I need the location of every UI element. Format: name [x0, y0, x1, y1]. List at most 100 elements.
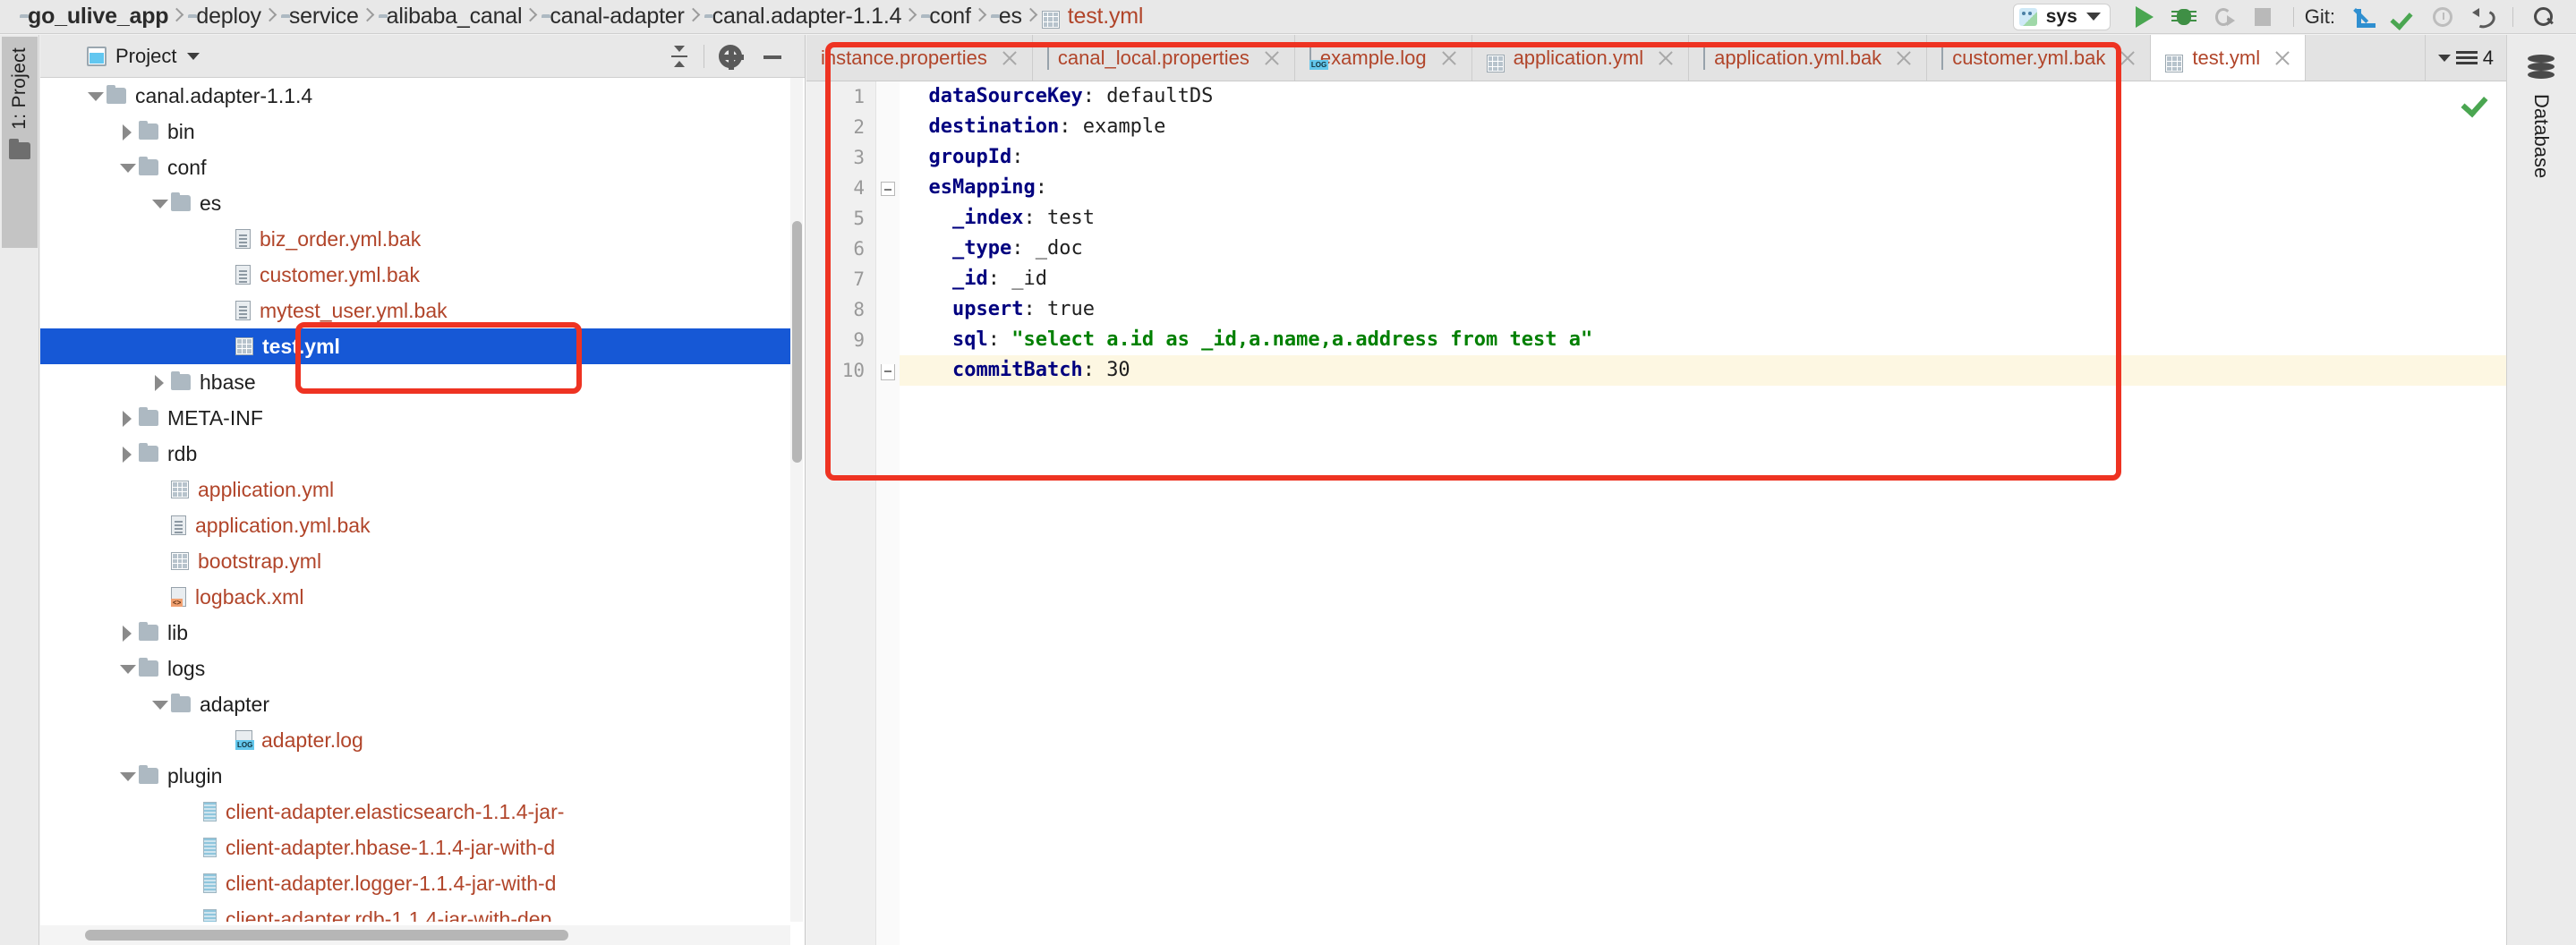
chevron-down-icon[interactable] — [187, 52, 200, 60]
close-icon[interactable] — [2118, 48, 2137, 68]
code-line[interactable]: _type: _doc — [900, 234, 2506, 264]
chevron-right-icon[interactable] — [148, 364, 171, 400]
tree-node[interactable]: es — [40, 185, 790, 221]
code-line[interactable]: _index: test — [900, 203, 2506, 234]
tree-node[interactable]: client-adapter.hbase-1.1.4-jar-with-d — [40, 830, 790, 865]
code-line[interactable]: esMapping: — [900, 173, 2506, 203]
editor-tab-test-yml[interactable]: test.yml — [2151, 35, 2307, 81]
chevron-right-icon[interactable] — [115, 436, 139, 472]
run-configuration-selector[interactable]: sys — [2012, 3, 2111, 30]
tree-node[interactable]: logs — [40, 651, 790, 686]
search-everywhere-button[interactable] — [2529, 0, 2559, 34]
close-icon[interactable] — [1656, 48, 1676, 68]
code-editor[interactable]: 1 2 3 4 5 6 7 8 9 10 dataSourceKey: defaultDS des… — [806, 81, 2506, 945]
tree-node[interactable]: client-adapter.logger-1.1.4-jar-with-d — [40, 865, 790, 901]
tree-node[interactable]: client-adapter.rdb-1.1.4-jar-with-dep — [40, 901, 790, 922]
tree-node[interactable]: rdb — [40, 436, 790, 472]
backup-file-icon — [235, 301, 251, 320]
chevron-down-icon[interactable] — [83, 78, 107, 114]
tree-node[interactable]: <> logback.xml — [40, 579, 790, 615]
code-line[interactable]: groupId: — [900, 142, 2506, 173]
run-button[interactable] — [2129, 0, 2160, 34]
breadcrumb-item-alibaba-canal[interactable]: alibaba_canal — [379, 0, 523, 34]
breadcrumb-item-deploy[interactable]: deploy — [188, 0, 261, 34]
close-icon[interactable] — [1000, 48, 1019, 68]
editor-tab-customer-yml-bak[interactable]: customer.yml.bak — [1927, 35, 2152, 81]
code-line[interactable]: dataSourceKey: defaultDS — [900, 81, 2506, 112]
tool-button-project[interactable]: 1: Project — [2, 37, 38, 248]
chevron-right-icon[interactable] — [115, 114, 139, 149]
breadcrumb-item-canal-adapter-1-1-4[interactable]: canal.adapter-1.1.4 — [704, 0, 902, 34]
tree-node[interactable]: client-adapter.elasticsearch-1.1.4-jar- — [40, 794, 790, 830]
chevron-down-icon[interactable] — [115, 758, 139, 794]
fold-marker-end[interactable] — [881, 364, 895, 380]
git-update-button[interactable] — [2349, 0, 2379, 34]
editor-tab-canal-local-properties[interactable]: canal_local.properties — [1033, 35, 1295, 81]
chevron-down-icon[interactable] — [148, 686, 171, 722]
editor-tab-application-yml[interactable]: application.yml — [1472, 35, 1690, 81]
tree-node[interactable]: conf — [40, 149, 790, 185]
tree-vertical-scroll-thumb[interactable] — [792, 221, 802, 463]
code-folding-gutter[interactable] — [876, 81, 900, 945]
chevron-down-icon[interactable] — [148, 185, 171, 221]
tree-node[interactable]: bin — [40, 114, 790, 149]
editor-text-content[interactable]: dataSourceKey: defaultDS destination: ex… — [900, 81, 2506, 945]
tree-node[interactable]: biz_order.yml.bak — [40, 221, 790, 257]
chevron-down-icon[interactable] — [2086, 13, 2101, 21]
breadcrumb-item-test-yml[interactable]: test.yml — [1041, 0, 1143, 34]
hide-panel-button[interactable] — [762, 45, 783, 68]
code-line[interactable]: _id: _id — [900, 264, 2506, 294]
tool-button-database[interactable]: Database — [2514, 44, 2568, 303]
tree-node[interactable]: canal.adapter-1.1.4 — [40, 78, 790, 114]
breadcrumb-item-conf[interactable]: conf — [921, 0, 971, 34]
code-line[interactable]: destination: example — [900, 112, 2506, 142]
editor-tab-application-yml-bak[interactable]: application.yml.bak — [1689, 35, 1928, 81]
editor-tab-overflow[interactable]: 4 — [2424, 35, 2506, 81]
tree-node[interactable]: META-INF — [40, 400, 790, 436]
close-icon[interactable] — [1894, 48, 1914, 68]
tree-node[interactable]: plugin — [40, 758, 790, 794]
chevron-down-icon[interactable] — [115, 651, 139, 686]
tree-node[interactable]: application.yml.bak — [40, 507, 790, 543]
stop-button[interactable] — [2248, 0, 2278, 34]
chevron-right-icon[interactable] — [115, 400, 139, 436]
code-line[interactable]: commitBatch: 30 — [900, 355, 2506, 386]
close-icon[interactable] — [1262, 48, 1282, 68]
breadcrumb-item-go-ulive-app[interactable]: go_ulive_app — [20, 0, 169, 34]
collapse-all-button[interactable] — [668, 43, 691, 70]
chevron-down-icon[interactable] — [115, 149, 139, 185]
tree-node[interactable]: bootstrap.yml — [40, 543, 790, 579]
git-history-button[interactable] — [2427, 0, 2458, 34]
close-icon[interactable] — [2273, 48, 2292, 68]
debug-button[interactable] — [2169, 0, 2199, 34]
tree-node[interactable]: lib — [40, 615, 790, 651]
fold-marker-esmapping[interactable] — [881, 182, 895, 196]
tree-node[interactable]: application.yml — [40, 472, 790, 507]
tree-node[interactable]: customer.yml.bak — [40, 257, 790, 293]
breadcrumb-separator — [261, 0, 281, 34]
tree-node[interactable]: adapter — [40, 686, 790, 722]
tree-node[interactable]: hbase — [40, 364, 790, 400]
git-commit-button[interactable] — [2388, 0, 2418, 34]
editor-tab-instance-properties[interactable]: instance.properties — [806, 35, 1033, 81]
editor-tab-example-log[interactable]: LOG example.log — [1295, 35, 1472, 81]
breadcrumb-item-canal-adapter[interactable]: canal-adapter — [542, 0, 684, 34]
code-line[interactable]: upsert: true — [900, 294, 2506, 325]
tree-horizontal-scrollbar[interactable] — [40, 925, 790, 945]
breadcrumb-item-es[interactable]: es — [991, 0, 1022, 34]
code-line[interactable]: sql: "select a.id as _id,a.name,a.addres… — [900, 325, 2506, 355]
close-icon[interactable] — [1439, 48, 1459, 68]
chevron-right-icon[interactable] — [115, 615, 139, 651]
git-rollback-button[interactable] — [2467, 0, 2497, 34]
rerun-button[interactable] — [2208, 0, 2239, 34]
gear-icon[interactable] — [719, 44, 744, 70]
inspection-ok-icon[interactable] — [2461, 90, 2488, 117]
tree-node-selected[interactable]: test.yml — [40, 328, 790, 364]
tree-node[interactable]: LOG adapter.log — [40, 722, 790, 758]
tree-vertical-scrollbar[interactable] — [790, 78, 803, 922]
tree-node[interactable]: mytest_user.yml.bak — [40, 293, 790, 328]
project-file-tree[interactable]: canal.adapter-1.1.4 bin conf es biz_order.ym… — [40, 78, 790, 922]
breadcrumb-item-service[interactable]: service — [281, 0, 359, 34]
tree-horizontal-scroll-thumb[interactable] — [85, 930, 568, 941]
